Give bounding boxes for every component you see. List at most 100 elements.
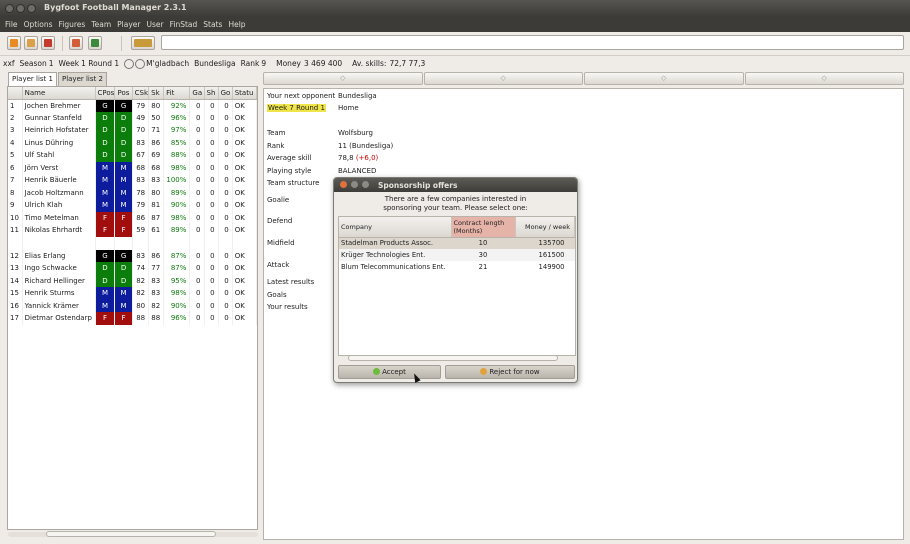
new-week-button[interactable] <box>131 36 155 50</box>
player-row[interactable]: 17 Dietmar Ostendarp F F 88 88 96% 0 0 0 OK <box>8 312 258 325</box>
column-header-cpos[interactable]: CPos <box>95 87 116 100</box>
player-number: 4 <box>8 136 23 149</box>
team-value: Wolfsburg <box>338 129 373 137</box>
player-fit: 87% <box>163 249 191 262</box>
save-button[interactable] <box>24 36 38 50</box>
player-sh: 0 <box>204 299 219 312</box>
menu-figures[interactable]: Figures <box>59 20 86 29</box>
header-button-4[interactable]: ◇ <box>744 72 904 85</box>
money-value: 3 469 400 <box>304 59 343 68</box>
dialog-close-icon[interactable] <box>340 181 347 188</box>
player-row[interactable]: 9 Ulrich Klah M M 79 81 90% 0 0 0 OK <box>8 199 258 212</box>
player-fit: 98% <box>163 287 191 300</box>
accept-button[interactable]: Accept <box>338 365 441 379</box>
style-icon[interactable] <box>124 58 135 69</box>
player-row[interactable]: 11 Nikolas Ehrhardt F F 59 61 89% 0 0 0 OK <box>8 224 258 237</box>
sponsor-row[interactable]: Stadelman Products Assoc. 10 135700 <box>339 237 575 249</box>
column-header-ga[interactable]: Ga <box>189 87 205 100</box>
player-csk: 70 <box>132 124 150 137</box>
scrollbar-thumb[interactable] <box>348 355 558 361</box>
column-header-sk[interactable]: Sk <box>148 87 165 100</box>
close-window-icon[interactable] <box>5 4 14 13</box>
maximize-window-icon[interactable] <box>27 4 36 13</box>
player-row[interactable]: 16 Yannick Krämer M M 80 82 90% 0 0 0 OK <box>8 299 258 312</box>
menu-user[interactable]: User <box>147 20 164 29</box>
boost-icon[interactable] <box>135 58 146 69</box>
player-list-scrollbar[interactable] <box>8 530 258 538</box>
column-header-csk[interactable]: CSk <box>132 87 150 100</box>
open-button[interactable] <box>7 36 21 50</box>
player-row[interactable]: 1 Jochen Brehmer G G 79 80 92% 0 0 0 OK <box>8 99 258 112</box>
tab-player-list-1[interactable]: Player list 1 <box>8 72 57 87</box>
tab-player-list-2[interactable]: Player list 2 <box>57 72 107 86</box>
dialog-title: Sponsorship offers <box>378 181 458 190</box>
company-column-header[interactable]: Company <box>339 217 452 238</box>
player-row[interactable]: 8 Jacob Holtzmann M M 78 80 89% 0 0 0 OK <box>8 186 258 199</box>
sponsorship-dialog: Sponsorship offers There are a few compa… <box>333 177 578 383</box>
sponsor-row[interactable]: Krüger Technologies Ent. 30 161500 <box>339 249 575 261</box>
player-row[interactable]: 4 Linus Dühring D D 83 86 85% 0 0 0 OK <box>8 136 258 149</box>
menu-options[interactable]: Options <box>24 20 53 29</box>
player-sh: 0 <box>204 124 219 137</box>
toolbar-separator <box>121 36 122 51</box>
sponsor-table-scrollbar[interactable] <box>338 354 576 361</box>
column-header-name[interactable]: Name <box>22 87 96 100</box>
home-button[interactable] <box>69 36 83 50</box>
scrollbar-thumb[interactable] <box>46 531 216 537</box>
column-header-sh[interactable]: Sh <box>204 87 219 100</box>
column-header-pos[interactable]: Pos <box>114 87 133 100</box>
player-ga: 0 <box>189 287 205 300</box>
quit-button[interactable] <box>41 36 55 50</box>
player-csk: 68 <box>132 161 150 174</box>
dialog-maximize-icon[interactable] <box>362 181 369 188</box>
average-skill-label: Average skill <box>267 154 312 162</box>
player-cpos: D <box>95 262 116 275</box>
transfer-button[interactable] <box>88 36 102 50</box>
menu-team[interactable]: Team <box>91 20 111 29</box>
status-entry[interactable] <box>161 35 904 50</box>
player-row[interactable]: 5 Ulf Stahl D D 67 69 88% 0 0 0 OK <box>8 149 258 162</box>
column-header-go[interactable]: Go <box>218 87 233 100</box>
dialog-minimize-icon[interactable] <box>351 181 358 188</box>
player-row[interactable]: 2 Gunnar Stanfeld D D 49 50 96% 0 0 0 OK <box>8 111 258 124</box>
menu-finstad[interactable]: FinStad <box>170 20 198 29</box>
player-fit: 87% <box>163 262 191 275</box>
player-row[interactable]: 12 Elias Erlang G G 83 86 87% 0 0 0 OK <box>8 249 258 262</box>
window-title: Bygfoot Football Manager 2.3.1 <box>44 3 187 12</box>
player-row[interactable]: 14 Richard Hellinger D D 82 83 95% 0 0 0 OK <box>8 274 258 287</box>
column-header-status[interactable]: Statu <box>232 87 258 100</box>
menu-file[interactable]: File <box>5 20 18 29</box>
column-header-number[interactable] <box>8 87 23 100</box>
player-sh: 0 <box>204 262 219 275</box>
week-label: Week <box>58 59 80 68</box>
player-row[interactable]: 13 Ingo Schwacke D D 74 77 87% 0 0 0 OK <box>8 262 258 275</box>
player-pos: G <box>114 99 133 112</box>
header-button-1[interactable]: ◇ <box>263 72 423 85</box>
player-number: 5 <box>8 149 23 162</box>
menu-stats[interactable]: Stats <box>203 20 222 29</box>
team-structure-label: Team structure <box>267 179 320 187</box>
player-number: 6 <box>8 161 23 174</box>
money-column-header[interactable]: Money / week <box>515 217 575 238</box>
player-sh: 0 <box>204 111 219 124</box>
header-button-2[interactable]: ◇ <box>423 72 583 85</box>
player-row[interactable]: 15 Henrik Sturms M M 82 83 98% 0 0 0 OK <box>8 287 258 300</box>
player-row[interactable]: 6 Jörn Verst M M 68 68 98% 0 0 0 OK <box>8 161 258 174</box>
player-number: 8 <box>8 186 23 199</box>
player-row[interactable]: 10 Timo Metelman F F 86 87 98% 0 0 0 OK <box>8 211 258 224</box>
header-button-3[interactable]: ◇ <box>584 72 744 85</box>
reject-button[interactable]: Reject for now <box>445 365 575 379</box>
minimize-window-icon[interactable] <box>16 4 25 13</box>
player-table: Name CPos Pos CSk Sk Fit Ga Sh Go Statu 1 Jochen B… <box>8 87 258 325</box>
player-csk: 80 <box>132 299 150 312</box>
sponsor-row[interactable]: Blum Telecommunications Ent. 21 149900 <box>339 261 575 273</box>
menu-help[interactable]: Help <box>228 20 245 29</box>
player-row[interactable]: 3 Heinrich Hofstater D D 70 71 97% 0 0 0 OK <box>8 124 258 137</box>
column-header-fit[interactable]: Fit <box>163 87 191 100</box>
next-opponent-label: Your next opponent <box>267 92 336 100</box>
player-fit: 89% <box>163 186 191 199</box>
menu-player[interactable]: Player <box>117 20 140 29</box>
player-row[interactable]: 7 Henrik Bäuerle M M 83 83 100% 0 0 0 OK <box>8 174 258 187</box>
contract-length-column-header[interactable]: Contract length (Months) <box>451 217 516 238</box>
player-csk: 49 <box>132 111 150 124</box>
